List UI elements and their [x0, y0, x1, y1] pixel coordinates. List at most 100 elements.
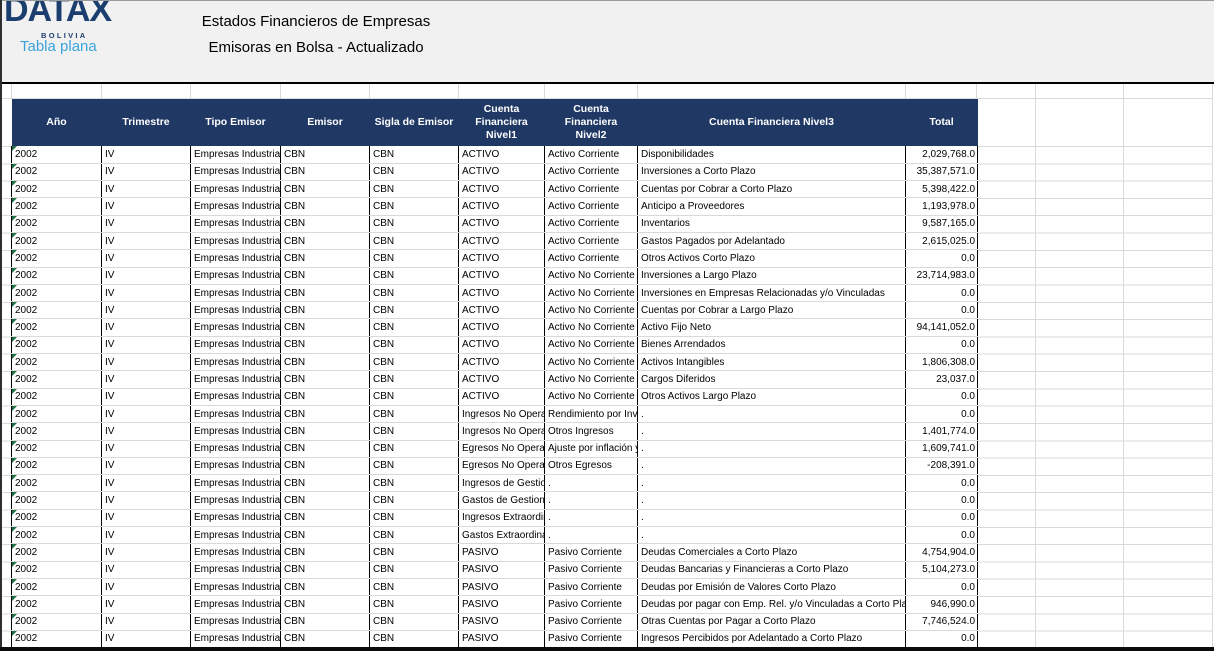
table-row[interactable]: 2002 IV Empresas Industriales CBN CBN PA…	[12, 630, 978, 647]
cell-cuenta-financiera-nivel2[interactable]: Activo Corriente	[545, 215, 638, 232]
cell-cuenta-financiera-nivel3[interactable]: Otras Cuentas por Pagar a Corto Plazo	[638, 613, 906, 630]
cell-tipo-emisor[interactable]: Empresas Industriales	[191, 302, 281, 319]
cell-tipo-emisor[interactable]: Empresas Industriales	[191, 388, 281, 405]
cell-trimestre[interactable]: IV	[102, 181, 191, 198]
cell-emisor[interactable]: CBN	[281, 302, 370, 319]
cell-sigla-de-emisor[interactable]: CBN	[370, 336, 459, 353]
header-emisor[interactable]: Emisor	[281, 99, 370, 146]
cell-tipo-emisor[interactable]: Empresas Industriales	[191, 250, 281, 267]
cell-tipo-emisor[interactable]: Empresas Industriales	[191, 492, 281, 509]
cell-cuenta-financiera-nivel1[interactable]: PASIVO	[459, 596, 545, 613]
cell-cuenta-financiera-nivel1[interactable]: ACTIVO	[459, 371, 545, 388]
header-trimestre[interactable]: Trimestre	[102, 99, 191, 146]
cell-total[interactable]: 2,029,768.0	[906, 146, 978, 163]
cell-sigla-de-emisor[interactable]: CBN	[370, 354, 459, 371]
cell-sigla-de-emisor[interactable]: CBN	[370, 561, 459, 578]
cell-total[interactable]: 0.0	[906, 388, 978, 405]
cell-cuenta-financiera-nivel3[interactable]: Gastos Pagados por Adelantado	[638, 232, 906, 249]
cell-anio[interactable]: 2002	[12, 509, 102, 526]
cell-anio[interactable]: 2002	[12, 596, 102, 613]
cell-tipo-emisor[interactable]: Empresas Industriales	[191, 336, 281, 353]
cell-trimestre[interactable]: IV	[102, 596, 191, 613]
cell-anio[interactable]: 2002	[12, 146, 102, 163]
cell-trimestre[interactable]: IV	[102, 509, 191, 526]
cell-trimestre[interactable]: IV	[102, 475, 191, 492]
cell-total[interactable]: 0.0	[906, 492, 978, 509]
cell-trimestre[interactable]: IV	[102, 561, 191, 578]
cell-tipo-emisor[interactable]: Empresas Industriales	[191, 440, 281, 457]
cell-sigla-de-emisor[interactable]: CBN	[370, 388, 459, 405]
table-row[interactable]: 2002 IV Empresas Industriales CBN CBN AC…	[12, 388, 978, 405]
cell-anio[interactable]: 2002	[12, 181, 102, 198]
cell-tipo-emisor[interactable]: Empresas Industriales	[191, 405, 281, 422]
cell-sigla-de-emisor[interactable]: CBN	[370, 371, 459, 388]
cell-emisor[interactable]: CBN	[281, 336, 370, 353]
cell-trimestre[interactable]: IV	[102, 405, 191, 422]
cell-cuenta-financiera-nivel3[interactable]: .	[638, 440, 906, 457]
cell-total[interactable]: 0.0	[906, 578, 978, 595]
cell-cuenta-financiera-nivel3[interactable]: .	[638, 527, 906, 544]
cell-cuenta-financiera-nivel3[interactable]: .	[638, 405, 906, 422]
cell-cuenta-financiera-nivel3[interactable]: Ingresos Percibidos por Adelantado a Cor…	[638, 630, 906, 647]
cell-total[interactable]: 35,387,571.0	[906, 163, 978, 180]
cell-trimestre[interactable]: IV	[102, 336, 191, 353]
cell-anio[interactable]: 2002	[12, 457, 102, 474]
table-row[interactable]: 2002 IV Empresas Industriales CBN CBN AC…	[12, 163, 978, 180]
cell-cuenta-financiera-nivel1[interactable]: ACTIVO	[459, 267, 545, 284]
cell-trimestre[interactable]: IV	[102, 578, 191, 595]
cell-cuenta-financiera-nivel2[interactable]: Ajuste por inflación y	[545, 440, 638, 457]
cell-cuenta-financiera-nivel2[interactable]: Activo No Corriente	[545, 267, 638, 284]
cell-cuenta-financiera-nivel2[interactable]: Pasivo Corriente	[545, 613, 638, 630]
cell-total[interactable]: 0.0	[906, 405, 978, 422]
cell-sigla-de-emisor[interactable]: CBN	[370, 146, 459, 163]
cell-emisor[interactable]: CBN	[281, 457, 370, 474]
cell-trimestre[interactable]: IV	[102, 146, 191, 163]
cell-emisor[interactable]: CBN	[281, 527, 370, 544]
cell-cuenta-financiera-nivel3[interactable]: Cuentas por Cobrar a Corto Plazo	[638, 181, 906, 198]
table-row[interactable]: 2002 IV Empresas Industriales CBN CBN PA…	[12, 561, 978, 578]
header-sigla-de-emisor[interactable]: Sigla de Emisor	[370, 99, 459, 146]
cell-cuenta-financiera-nivel2[interactable]: Activo Corriente	[545, 163, 638, 180]
cell-trimestre[interactable]: IV	[102, 630, 191, 647]
cell-trimestre[interactable]: IV	[102, 423, 191, 440]
cell-emisor[interactable]: CBN	[281, 232, 370, 249]
cell-emisor[interactable]: CBN	[281, 509, 370, 526]
cell-sigla-de-emisor[interactable]: CBN	[370, 181, 459, 198]
cell-cuenta-financiera-nivel3[interactable]: Inversiones a Largo Plazo	[638, 267, 906, 284]
cell-cuenta-financiera-nivel1[interactable]: Ingresos No Operacion	[459, 405, 545, 422]
cell-emisor[interactable]: CBN	[281, 423, 370, 440]
cell-cuenta-financiera-nivel1[interactable]: ACTIVO	[459, 146, 545, 163]
table-row[interactable]: 2002 IV Empresas Industriales CBN CBN Eg…	[12, 440, 978, 457]
cell-cuenta-financiera-nivel2[interactable]: .	[545, 492, 638, 509]
cell-emisor[interactable]: CBN	[281, 146, 370, 163]
table-row[interactable]: 2002 IV Empresas Industriales CBN CBN PA…	[12, 544, 978, 561]
cell-trimestre[interactable]: IV	[102, 302, 191, 319]
cell-sigla-de-emisor[interactable]: CBN	[370, 163, 459, 180]
cell-total[interactable]: 0.0	[906, 475, 978, 492]
cell-tipo-emisor[interactable]: Empresas Industriales	[191, 457, 281, 474]
cell-tipo-emisor[interactable]: Empresas Industriales	[191, 509, 281, 526]
cell-cuenta-financiera-nivel1[interactable]: ACTIVO	[459, 181, 545, 198]
cell-emisor[interactable]: CBN	[281, 371, 370, 388]
table-row[interactable]: 2002 IV Empresas Industriales CBN CBN AC…	[12, 267, 978, 284]
cell-cuenta-financiera-nivel1[interactable]: ACTIVO	[459, 163, 545, 180]
cell-cuenta-financiera-nivel1[interactable]: ACTIVO	[459, 232, 545, 249]
cell-trimestre[interactable]: IV	[102, 544, 191, 561]
cell-tipo-emisor[interactable]: Empresas Industriales	[191, 613, 281, 630]
cell-sigla-de-emisor[interactable]: CBN	[370, 457, 459, 474]
cell-anio[interactable]: 2002	[12, 250, 102, 267]
cell-cuenta-financiera-nivel1[interactable]: PASIVO	[459, 613, 545, 630]
cell-cuenta-financiera-nivel1[interactable]: PASIVO	[459, 544, 545, 561]
cell-total[interactable]: 0.0	[906, 630, 978, 647]
cell-total[interactable]: 2,615,025.0	[906, 232, 978, 249]
header-cuenta-financiera-nivel1[interactable]: Cuenta Financiera Nivel1	[459, 99, 545, 146]
cell-cuenta-financiera-nivel2[interactable]: Activo Corriente	[545, 250, 638, 267]
cell-total[interactable]: 5,104,273.0	[906, 561, 978, 578]
header-anio[interactable]: Año	[12, 99, 102, 146]
cell-cuenta-financiera-nivel2[interactable]: .	[545, 527, 638, 544]
cell-sigla-de-emisor[interactable]: CBN	[370, 405, 459, 422]
cell-cuenta-financiera-nivel2[interactable]: Rendimiento por Inver	[545, 405, 638, 422]
cell-cuenta-financiera-nivel2[interactable]: Activo No Corriente	[545, 388, 638, 405]
cell-tipo-emisor[interactable]: Empresas Industriales	[191, 354, 281, 371]
cell-anio[interactable]: 2002	[12, 232, 102, 249]
